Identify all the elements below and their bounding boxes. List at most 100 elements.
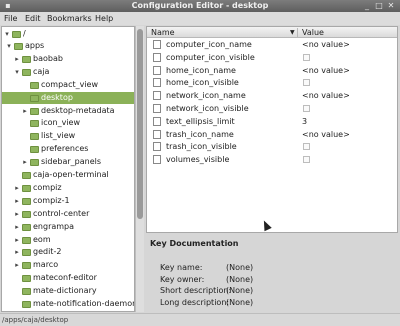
key-value[interactable]: <no value> <box>302 91 350 100</box>
tree-item-caja[interactable]: ▾ caja <box>2 66 134 78</box>
folder-icon <box>30 120 39 128</box>
key-name: network_icon_visible <box>166 104 249 113</box>
tree-item-label: caja <box>33 66 50 76</box>
key-name: text_ellipsis_limit <box>166 116 235 126</box>
tree-item-list_view[interactable]: list_view <box>2 130 134 142</box>
collapsed-arrow-icon[interactable]: ▸ <box>13 235 21 245</box>
tree-root-label: / <box>23 29 26 38</box>
tree-item-gedit-2[interactable]: ▸ gedit-2 <box>2 246 134 258</box>
close-icon[interactable]: ✕ <box>386 1 396 11</box>
tree-item-engrampa[interactable]: ▸ engrampa <box>2 221 134 233</box>
list-row[interactable]: trash_icon_name <no value> <box>147 128 397 141</box>
tree-item-preferences[interactable]: preferences <box>2 143 134 155</box>
tree-item-mateconf-editor[interactable]: mateconf-editor <box>2 272 134 284</box>
list-row[interactable]: network_icon_name <no value> <box>147 89 397 102</box>
tree-item-marco[interactable]: ▸ marco <box>2 259 134 271</box>
expanded-arrow-icon[interactable]: ▾ <box>5 41 13 51</box>
tree-item-icon_view[interactable]: icon_view <box>2 117 134 129</box>
tree-root[interactable]: ▾ / <box>2 28 134 40</box>
tree-item-label: icon_view <box>41 118 81 128</box>
list-row[interactable]: computer_icon_name <no value> <box>147 38 397 51</box>
value-list[interactable]: Name ▼ Value computer_icon_name <no value… <box>146 26 398 233</box>
tree-item-label: mate-dictionary <box>33 286 97 296</box>
sort-arrow-icon[interactable]: ▼ <box>290 29 295 36</box>
minimize-icon[interactable]: _ <box>362 1 372 11</box>
key-document-icon <box>153 65 161 75</box>
tree-item-desktop-metadata[interactable]: ▸ desktop-metadata <box>2 105 134 117</box>
key-value[interactable]: <no value> <box>302 66 350 75</box>
keydoc-label: Key owner: <box>160 274 205 284</box>
folder-icon <box>22 223 31 231</box>
key-name: computer_icon_visible <box>166 52 255 62</box>
tree-item-mate-notification-daemon[interactable]: mate-notification-daemon <box>2 298 134 310</box>
folder-icon <box>12 31 21 38</box>
collapsed-arrow-icon[interactable]: ▸ <box>21 157 29 167</box>
tree-scrollbar-thumb[interactable] <box>137 29 143 219</box>
key-document-icon <box>153 104 161 113</box>
key-tree[interactable]: ▾ / ▾ apps ▸ baobab ▾ caja compact_view desktop… <box>1 26 135 312</box>
value-checkbox[interactable] <box>303 53 310 61</box>
menu-help[interactable]: Help <box>95 14 113 23</box>
tree-item-label: preferences <box>41 144 89 154</box>
tree-item-sidebar_panels[interactable]: ▸ sidebar_panels <box>2 156 134 168</box>
tree-scrollbar[interactable] <box>135 26 144 312</box>
list-row[interactable]: trash_icon_visible <box>147 140 397 153</box>
tree-item-desktop[interactable]: desktop <box>2 91 134 104</box>
window-title: Configuration Editor - desktop <box>131 1 269 10</box>
tree-item-compact_view[interactable]: compact_view <box>2 79 134 91</box>
key-document-icon <box>153 142 161 152</box>
tree-item-compiz-1[interactable]: ▸ compiz-1 <box>2 195 134 207</box>
tree-item-eom[interactable]: ▸ eom <box>2 234 134 246</box>
expanded-arrow-icon[interactable]: ▾ <box>3 29 11 39</box>
key-document-icon <box>153 91 161 101</box>
folder-icon <box>22 184 31 192</box>
collapsed-arrow-icon[interactable]: ▸ <box>13 196 21 206</box>
tree-item-caja-open-terminal[interactable]: caja-open-terminal <box>2 169 134 181</box>
value-checkbox[interactable] <box>303 143 310 151</box>
list-row[interactable]: computer_icon_visible <box>147 51 397 64</box>
key-name: trash_icon_visible <box>166 142 237 152</box>
key-value[interactable]: 3 <box>302 117 307 126</box>
folder-icon <box>22 55 31 63</box>
collapsed-arrow-icon[interactable]: ▸ <box>13 222 21 232</box>
keydoc-label: Key name: <box>160 263 203 272</box>
column-name-header[interactable]: Name <box>151 28 175 37</box>
collapsed-arrow-icon[interactable]: ▸ <box>21 106 29 116</box>
value-checkbox[interactable] <box>303 156 310 164</box>
value-checkbox[interactable] <box>303 105 310 112</box>
column-value-header[interactable]: Value <box>302 28 324 37</box>
tree-item-baobab[interactable]: ▸ baobab <box>2 53 134 65</box>
title-bar: ▪ Configuration Editor - desktop _ □ ✕ <box>0 0 400 12</box>
collapsed-arrow-icon[interactable]: ▸ <box>13 183 21 193</box>
list-row[interactable]: network_icon_visible <box>147 102 397 115</box>
key-document-icon <box>153 155 161 165</box>
tree-item-control-center[interactable]: ▸ control-center <box>2 208 134 220</box>
list-row[interactable]: volumes_visible <box>147 153 397 166</box>
tree-item-apps[interactable]: ▾ apps <box>2 40 134 52</box>
key-document-icon <box>153 116 161 126</box>
menu-bookmarks[interactable]: Bookmarks <box>47 14 92 23</box>
maximize-icon[interactable]: □ <box>374 1 384 11</box>
collapsed-arrow-icon[interactable]: ▸ <box>13 54 21 64</box>
list-row[interactable]: home_icon_name <no value> <box>147 64 397 77</box>
key-value[interactable]: <no value> <box>302 130 350 139</box>
key-name: volumes_visible <box>166 155 230 165</box>
tree-item-label: mateconf-editor <box>33 273 97 283</box>
value-checkbox[interactable] <box>303 79 310 87</box>
key-value[interactable]: <no value> <box>302 40 350 49</box>
tree-item-compiz[interactable]: ▸ compiz <box>2 182 134 194</box>
menu-edit[interactable]: Edit <box>25 14 41 23</box>
key-document-icon <box>153 78 161 88</box>
list-row[interactable]: text_ellipsis_limit 3 <box>147 115 397 128</box>
menu-file[interactable]: File <box>4 14 17 23</box>
list-row[interactable]: home_icon_visible <box>147 76 397 89</box>
expanded-arrow-icon[interactable]: ▾ <box>13 67 21 77</box>
tree-item-label: apps <box>25 41 45 50</box>
status-bar: /apps/caja/desktop <box>0 313 400 326</box>
collapsed-arrow-icon[interactable]: ▸ <box>13 247 21 257</box>
folder-icon <box>22 236 31 244</box>
collapsed-arrow-icon[interactable]: ▸ <box>13 260 21 270</box>
tree-item-mate-dictionary[interactable]: mate-dictionary <box>2 285 134 297</box>
tree-item-mate-power-manager[interactable]: ▸mate-power-manager <box>2 311 134 312</box>
collapsed-arrow-icon[interactable]: ▸ <box>13 209 21 219</box>
